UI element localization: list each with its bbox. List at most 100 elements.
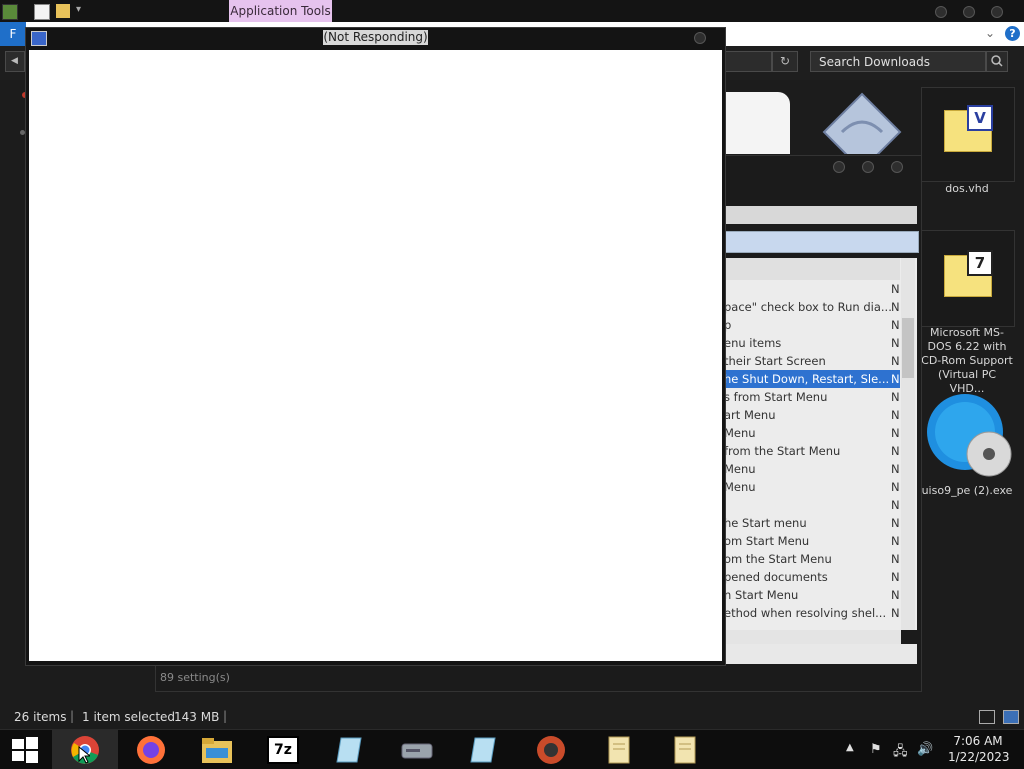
file-tile-uiso9[interactable]: [921, 392, 1013, 477]
taskbar-clock[interactable]: 7:06 AM 1/22/2023: [948, 733, 1010, 765]
ribbon-expand-icon[interactable]: ⌄: [985, 26, 995, 40]
list-item[interactable]: Menu N: [724, 424, 900, 442]
policy-state: N: [891, 426, 900, 440]
taskbar-firefox[interactable]: [118, 730, 184, 769]
taskbar-7zip[interactable]: 7z: [250, 730, 316, 769]
policy-setting-name: their Start Screen: [724, 354, 826, 368]
policy-status-count: 89 setting(s): [160, 671, 230, 684]
window-client-area[interactable]: [29, 50, 722, 661]
maximize-button[interactable]: [862, 161, 874, 173]
file-tile-dos-vhd[interactable]: V: [921, 87, 1015, 182]
details-view-icon[interactable]: [979, 710, 995, 724]
policy-state: N: [891, 570, 900, 584]
new-folder-icon[interactable]: [56, 4, 70, 18]
search-button[interactable]: [986, 51, 1008, 72]
minimize-button[interactable]: [833, 161, 845, 173]
list-item[interactable]: om Start Menu N: [724, 532, 900, 550]
action-center-flag-icon[interactable]: ⚑: [870, 742, 882, 757]
policy-state: N: [891, 300, 900, 314]
windows-logo-icon: [12, 736, 38, 763]
taskbar-bird-app[interactable]: [518, 730, 584, 769]
list-item[interactable]: pace" check box to Run dia... N: [724, 298, 900, 316]
maximize-button[interactable]: [963, 6, 975, 18]
policy-state: N: [891, 516, 900, 530]
list-item[interactable]: Menu N: [724, 460, 900, 478]
start-button[interactable]: [0, 730, 50, 769]
file-label-uiso9: uiso9_pe (2).exe: [921, 484, 1013, 497]
scrollbar-thumb[interactable]: [902, 318, 914, 378]
list-item[interactable]: N: [724, 496, 900, 514]
policy-setting-name: pened documents: [724, 570, 828, 584]
customize-toolbar-chevron-icon[interactable]: ▾: [76, 4, 81, 15]
list-item[interactable]: n Start Menu N: [724, 586, 900, 604]
back-arrow-icon: ◀: [11, 56, 18, 66]
vhd-file-icon: V: [944, 105, 993, 152]
large-icons-view-icon[interactable]: [1003, 710, 1019, 724]
scroll-icon: [674, 736, 696, 763]
status-divider: |: [70, 709, 75, 723]
refresh-button[interactable]: ↻: [772, 51, 798, 72]
policy-state: N: [891, 462, 900, 476]
status-selection-size: 143 MB: [174, 710, 220, 724]
policy-setting-name: he Start menu: [724, 516, 807, 530]
policy-state: N: [891, 372, 900, 386]
tab-file[interactable]: F: [0, 22, 26, 46]
list-item[interactable]: their Start Screen N: [724, 352, 900, 370]
disk-image-file-icon[interactable]: [822, 92, 902, 154]
drive-icon: [401, 743, 433, 758]
vertical-scrollbar[interactable]: [901, 258, 915, 630]
list-item[interactable]: pN: [724, 316, 900, 334]
taskbar-notepad-2[interactable]: [450, 730, 516, 769]
close-button[interactable]: [991, 6, 1003, 18]
list-item[interactable]: he Shut Down, Restart, Sle... N: [724, 370, 900, 388]
policy-state: N: [891, 354, 900, 368]
list-item[interactable]: from the Start Menu N: [724, 442, 900, 460]
list-item[interactable]: ethod when resolving shel... N: [724, 604, 900, 622]
list-item[interactable]: N: [724, 280, 900, 298]
tab-application-tools[interactable]: Application Tools: [229, 0, 332, 22]
list-item[interactable]: art Menu N: [724, 406, 900, 424]
refresh-icon: ↻: [780, 54, 791, 68]
close-button[interactable]: [694, 32, 706, 44]
policy-setting-name: Menu: [724, 462, 756, 476]
firefox-icon: [137, 735, 165, 764]
7z-badge-icon: 7: [967, 250, 993, 276]
policy-state: N: [891, 336, 900, 350]
network-icon[interactable]: 🖧: [893, 742, 908, 764]
list-item[interactable]: pened documents N: [724, 568, 900, 586]
bird-app-icon: [537, 735, 565, 764]
explorer-status-bar: 26 items | 1 item selected 143 MB |: [0, 705, 1024, 729]
policy-setting-name: s from Start Menu: [724, 390, 828, 404]
policy-state: N: [891, 444, 900, 458]
list-item[interactable]: om the Start Menu N: [724, 550, 900, 568]
tray-overflow-chevron-icon[interactable]: ▲: [846, 742, 854, 753]
taskbar-drive[interactable]: [384, 730, 450, 769]
volume-icon[interactable]: 🔊: [917, 742, 933, 757]
search-input[interactable]: Search Downloads: [810, 51, 986, 72]
document-file-icon[interactable]: [724, 92, 790, 154]
explorer-title-bar: ▾: [0, 0, 1024, 22]
list-item[interactable]: Menu N: [724, 478, 900, 496]
help-icon[interactable]: ?: [1005, 26, 1020, 41]
status-divider: |: [223, 709, 228, 723]
taskbar-scroll-2[interactable]: [652, 730, 718, 769]
policy-state: N: [891, 390, 900, 404]
taskbar-notepad[interactable]: [316, 730, 382, 769]
status-item-count: 26 items: [14, 710, 67, 724]
policy-setting-name: Menu: [724, 426, 756, 440]
back-button[interactable]: ◀: [5, 51, 25, 72]
horizontal-scrollbar[interactable]: [724, 630, 901, 644]
policy-settings-list[interactable]: Npace" check box to Run dia... Np Nenu ite…: [724, 258, 917, 644]
properties-icon[interactable]: [34, 4, 50, 20]
minimize-button[interactable]: [935, 6, 947, 18]
file-tile-msdos-archive[interactable]: 7: [921, 230, 1015, 327]
close-button[interactable]: [891, 161, 903, 173]
address-bar[interactable]: [724, 51, 772, 72]
taskbar-scroll-1[interactable]: [586, 730, 652, 769]
list-item[interactable]: s from Start Menu N: [724, 388, 900, 406]
list-item[interactable]: enu items N: [724, 334, 900, 352]
file-label-dos-vhd: dos.vhd: [945, 182, 989, 195]
list-item[interactable]: he Start menu N: [724, 514, 900, 532]
taskbar-file-explorer[interactable]: [184, 730, 250, 769]
policy-toolbar: [724, 206, 917, 224]
